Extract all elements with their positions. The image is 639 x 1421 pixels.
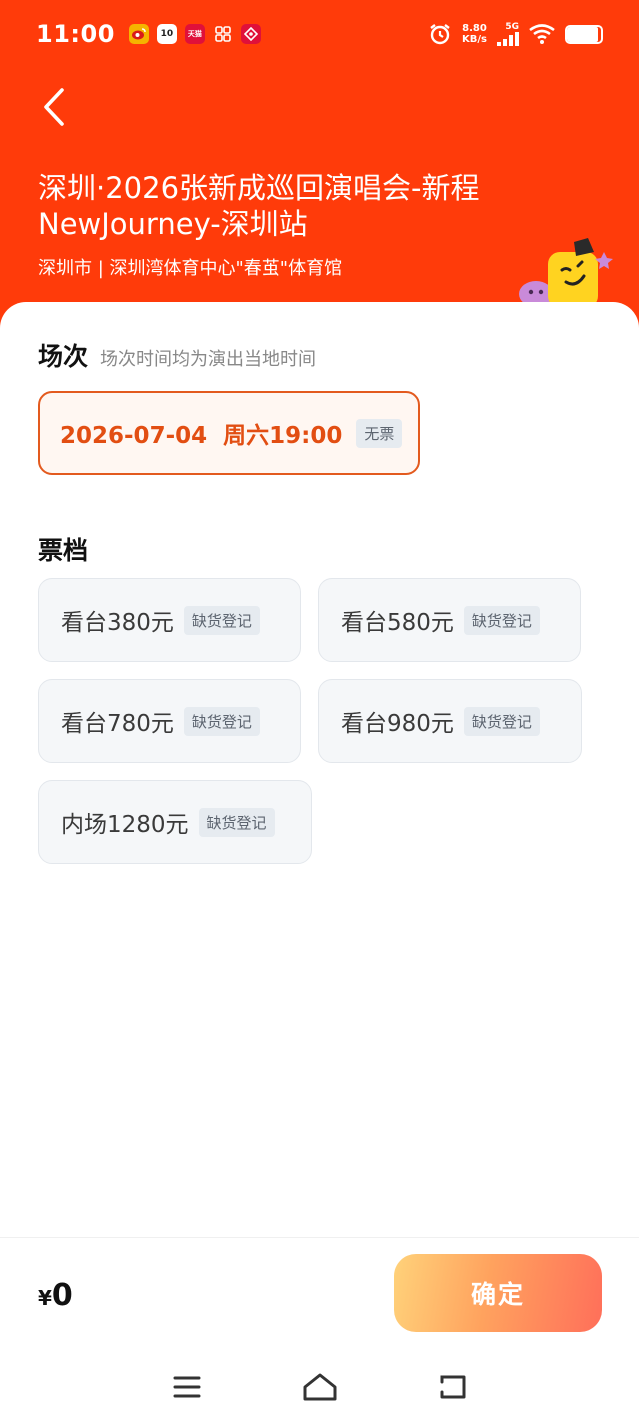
sold-out-badge: 无票	[356, 418, 403, 448]
signal-type: 5G	[505, 21, 519, 32]
waitlist-badge: 缺货登记	[463, 706, 540, 736]
ticket-tier-option[interactable]: 内场1280元 缺货登记	[38, 780, 312, 864]
cell-signal: 5G	[497, 21, 519, 46]
ticket-section-header: 票档	[38, 531, 88, 567]
network-speed: 8.80 KB/s	[462, 23, 487, 45]
waitlist-badge: 缺货登记	[463, 605, 540, 635]
wifi-icon	[529, 24, 555, 44]
game-icon	[240, 24, 261, 44]
home-icon	[303, 1373, 336, 1400]
chevron-left-icon	[44, 88, 64, 126]
waitlist-badge: 缺货登记	[198, 807, 275, 837]
confirm-button[interactable]: 确定	[394, 1254, 602, 1332]
mascot-illustration	[519, 238, 613, 308]
signal-bars-icon	[497, 31, 519, 46]
session-section-header: 场次 场次时间均为演出当地时间	[38, 337, 316, 373]
battery-level	[567, 26, 598, 42]
tmall-text: 天猫	[187, 30, 202, 38]
ticket-tier-label: 看台580元	[341, 610, 454, 636]
session-datetime: 2026-07-04 周六19:00	[60, 423, 343, 449]
home-button[interactable]	[298, 1365, 342, 1409]
back-nav-button[interactable]	[431, 1365, 475, 1409]
ticket-tier-label: 看台780元	[61, 711, 174, 737]
network-speed-unit: KB/s	[462, 34, 487, 45]
ticket-tier-label: 内场1280元	[61, 812, 189, 838]
system-nav-bar	[0, 1352, 639, 1421]
return-icon	[440, 1375, 465, 1398]
status-left: 11:00 10 天猫	[36, 20, 261, 48]
ticket-tier-option[interactable]: 看台980元 缺货登记	[318, 679, 582, 763]
alarm-icon	[430, 24, 450, 45]
weibo-icon	[128, 24, 149, 44]
waitlist-badge: 缺货登记	[183, 706, 260, 736]
network-speed-value: 8.80	[462, 23, 487, 34]
status-time: 11:00	[36, 20, 115, 48]
session-section-note: 场次时间均为演出当地时间	[100, 349, 317, 370]
ticket-section-title: 票档	[38, 536, 89, 565]
menu-button[interactable]	[165, 1365, 209, 1409]
event-venue: 深圳市 | 深圳湾体育中心"春茧"体育馆	[38, 258, 343, 279]
event-title: 深圳·2026张新成巡回演唱会-新程NewJourney-深圳站	[38, 171, 480, 241]
status-right: 8.80 KB/s 5G	[428, 22, 603, 46]
app-grid-icon	[213, 24, 233, 44]
ticket-tier-option[interactable]: 看台380元 缺货登记	[38, 578, 301, 662]
ticket-tier-option[interactable]: 看台580元 缺货登记	[318, 578, 581, 662]
calendar-day: 10	[160, 29, 174, 39]
tmall-icon: 天猫	[184, 24, 205, 44]
session-option[interactable]: 2026-07-04 周六19:00 无票	[38, 391, 420, 475]
total-price: ¥0	[38, 1278, 73, 1313]
currency-symbol: ¥	[38, 1286, 52, 1310]
total-price-value: 0	[51, 1278, 73, 1313]
ticket-tier-label: 看台380元	[61, 610, 174, 636]
ticket-tier-option[interactable]: 看台780元 缺货登记	[38, 679, 301, 763]
waitlist-badge: 缺货登记	[183, 605, 260, 635]
battery-icon	[565, 24, 603, 44]
status-bar: 11:00 10 天猫 8.80 KB/s 5G	[0, 0, 639, 68]
calendar-icon: 10	[156, 24, 177, 44]
ticket-tier-label: 看台980元	[341, 711, 454, 737]
back-button[interactable]	[34, 84, 74, 130]
menu-icon	[173, 1376, 200, 1397]
session-section-title: 场次	[38, 342, 89, 371]
